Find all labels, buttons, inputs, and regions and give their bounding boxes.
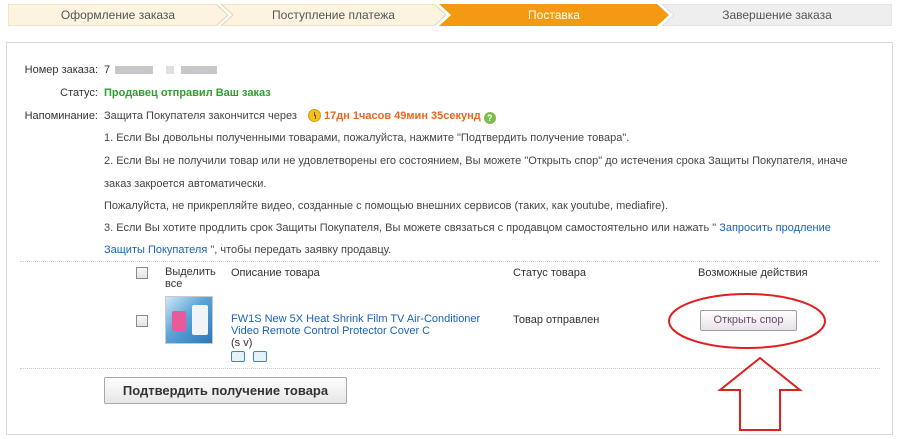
step-label: Оформление заказа xyxy=(60,8,176,22)
note-2-line-1: 2. Если Вы не получили товар или не удов… xyxy=(104,155,848,167)
order-number-redacted xyxy=(181,66,218,75)
status-value: Продавец отправил Ваш заказ xyxy=(104,87,271,99)
step-label: Поступление платежа xyxy=(272,8,395,22)
item-checkbox[interactable] xyxy=(136,315,148,327)
note-3-tail: ", чтобы передать заявку продавцу. xyxy=(210,244,392,256)
note-3-text: 3. Если Вы хотите продлить срок Защиты П… xyxy=(104,222,717,234)
order-number-prefix: 7 xyxy=(104,64,111,76)
product-title-link[interactable]: FW1S New 5X Heat Shrink Film TV Air-Cond… xyxy=(231,313,501,337)
col-item-status: Статус товара xyxy=(513,267,586,279)
step-label: Поставка xyxy=(528,8,580,22)
reminder-text: Защита Покупателя закончится через xyxy=(104,110,297,122)
open-dispute-button[interactable]: Открыть спор xyxy=(700,310,797,331)
order-number-label: Номер заказа: xyxy=(24,64,98,76)
extend-protection-link[interactable]: Запросить продление xyxy=(719,222,831,234)
col-description: Описание товара xyxy=(231,267,320,279)
clock-icon xyxy=(307,109,321,122)
help-icon[interactable]: ? xyxy=(483,112,496,124)
divider xyxy=(20,368,880,369)
note-3-line-1: 3. Если Вы хотите продлить срок Защиты П… xyxy=(104,221,831,235)
reminder-text-line: Защита Покупателя закончится через 17дн … xyxy=(104,109,496,124)
step-order-placed: Оформление заказа xyxy=(8,4,228,26)
step-label: Завершение заказа xyxy=(722,8,832,22)
product-variant: (s v) xyxy=(231,337,253,349)
reminder-label: Напоминание: xyxy=(24,110,98,122)
order-number-redacted xyxy=(166,66,175,75)
step-payment: Поступление платежа xyxy=(221,4,446,26)
divider xyxy=(20,261,880,262)
extend-protection-link-continued[interactable]: Защиты Покупателя xyxy=(104,244,207,256)
note-3-line-2: Защиты Покупателя ", чтобы передать заяв… xyxy=(104,243,391,257)
note-1: 1. Если Вы довольны полученными товарами… xyxy=(104,132,630,144)
select-all-checkbox[interactable] xyxy=(136,267,148,279)
product-thumbnail[interactable] xyxy=(165,296,213,344)
confirm-receipt-button[interactable]: Подтвердить получение товара xyxy=(104,377,347,404)
col-select-all: Выделить все xyxy=(165,266,216,290)
step-shipping: Поставка xyxy=(439,4,669,26)
order-progress-steps: Оформление заказа Поступление платежа По… xyxy=(8,4,892,26)
protection-timer: 17дн 1часов 49мин 35секунд xyxy=(323,110,481,122)
col-actions: Возможные действия xyxy=(698,267,808,279)
order-number-value: 7 xyxy=(104,63,218,77)
message-icon[interactable] xyxy=(253,351,267,362)
note-2-line-2: заказ закроется автоматически. xyxy=(104,178,267,190)
item-status: Товар отправлен xyxy=(513,314,600,326)
status-label: Статус: xyxy=(60,87,98,99)
step-complete: Завершение заказа xyxy=(662,4,892,26)
note-2-line-3: Пожалуйста, не прикрепляйте видео, созда… xyxy=(104,200,669,212)
shipping-icon[interactable] xyxy=(231,351,245,362)
order-number-redacted xyxy=(115,66,154,75)
